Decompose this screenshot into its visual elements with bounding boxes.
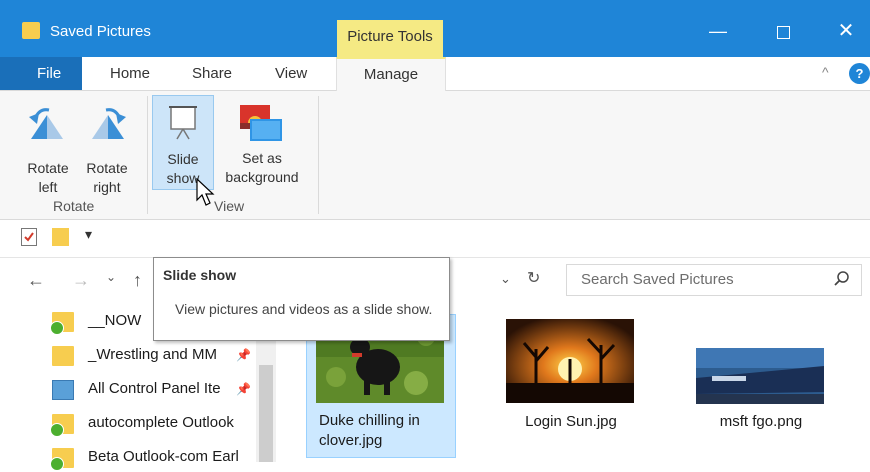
collapse-ribbon-icon[interactable]: ^ xyxy=(822,64,829,80)
rotate-left-icon xyxy=(29,108,63,139)
nav-item-label: autocomplete Outlook xyxy=(88,414,234,431)
nav-item-beta-outlook[interactable]: Beta Outlook-com Earl xyxy=(50,444,262,472)
projector-screen-icon xyxy=(169,106,197,140)
rotate-right-button[interactable]: Rotate right xyxy=(79,101,135,195)
picture-tools-context-label: Picture Tools xyxy=(337,20,443,58)
quick-access-toolbar xyxy=(0,220,870,258)
tab-home[interactable]: Home xyxy=(110,65,150,82)
tab-file[interactable]: File xyxy=(0,57,82,90)
folder-icon xyxy=(50,448,74,471)
ribbon-group-divider xyxy=(318,96,319,214)
desktop-background-icon xyxy=(240,105,282,141)
folder-icon xyxy=(50,414,74,437)
nav-item-wrestling[interactable]: _Wrestling and MM 📌 xyxy=(52,342,262,370)
pin-icon: 📌 xyxy=(236,382,251,396)
tooltip-body: View pictures and videos as a slide show… xyxy=(175,301,433,317)
pin-icon: 📌 xyxy=(236,348,251,362)
slide-show-tooltip: Slide show View pictures and videos as a… xyxy=(153,257,450,341)
msft-fgo-thumbnail xyxy=(696,348,824,404)
picture-tools-label: Picture Tools xyxy=(347,28,433,45)
rotate-left-button[interactable]: Rotate left xyxy=(20,101,76,195)
forward-arrow-icon[interactable]: → xyxy=(72,270,90,291)
file-name-line-2: clover.jpg xyxy=(319,432,383,449)
view-group-label: View xyxy=(214,198,245,214)
nav-item-label: _Wrestling and MM xyxy=(88,346,217,363)
maximize-button[interactable] xyxy=(763,16,803,46)
tab-manage-label: Manage xyxy=(363,66,419,83)
new-folder-icon[interactable] xyxy=(52,228,69,246)
refresh-icon[interactable]: ↻ xyxy=(527,268,540,288)
chevron-down-icon[interactable]: ⌄ xyxy=(500,271,511,287)
nav-item-label: __NOW xyxy=(88,312,142,329)
tab-manage[interactable]: Manage xyxy=(336,57,446,93)
tab-file-label: File xyxy=(37,65,62,82)
login-sun-thumbnail xyxy=(506,319,634,403)
customize-toolbar-icon[interactable]: ▾ xyxy=(85,226,92,243)
back-arrow-icon[interactable]: ← xyxy=(27,270,45,291)
up-arrow-icon[interactable]: ↑ xyxy=(133,270,142,291)
sync-icon xyxy=(50,423,64,437)
nav-item-autocomplete[interactable]: autocomplete Outlook xyxy=(50,410,262,438)
folder-icon xyxy=(50,312,74,335)
file-name-line-1: Duke chilling in xyxy=(319,412,420,429)
tooltip-title: Slide show xyxy=(163,267,237,283)
recent-locations-chevron-icon[interactable]: ⌄ xyxy=(106,270,116,284)
window-title: Saved Pictures xyxy=(50,23,151,40)
set-as-background-label-1: Set as xyxy=(242,150,282,166)
maximize-icon xyxy=(776,25,790,39)
nav-item-label: All Control Panel Ite xyxy=(88,380,221,397)
folder-icon xyxy=(22,22,40,39)
nav-item-control-panel[interactable]: All Control Panel Ite 📌 xyxy=(52,376,262,404)
search-icon[interactable] xyxy=(833,270,851,288)
file-name: msft fgo.png xyxy=(719,413,803,430)
rotate-left-label-1: Rotate xyxy=(27,160,69,176)
minimize-button[interactable]: — xyxy=(698,16,738,46)
search-input[interactable] xyxy=(579,270,823,289)
tab-share[interactable]: Share xyxy=(192,65,232,82)
rotate-right-label-2: right xyxy=(93,179,121,195)
set-as-background-label-2: background xyxy=(225,169,299,185)
file-item-msft-fgo[interactable]: msft fgo.png xyxy=(680,314,842,439)
rotate-group-label: Rotate xyxy=(53,198,95,214)
slide-show-button[interactable]: Slide show xyxy=(152,95,214,190)
folder-icon xyxy=(52,346,74,366)
nav-pane-scroll-thumb[interactable] xyxy=(259,365,273,462)
nav-item-label: Beta Outlook-com Earl xyxy=(88,448,239,465)
help-icon[interactable]: ? xyxy=(849,63,870,84)
rotate-right-icon xyxy=(92,108,126,139)
set-as-background-button[interactable]: Set as background xyxy=(214,101,310,191)
file-name: Login Sun.jpg xyxy=(525,413,617,430)
slide-show-label-1: Slide xyxy=(167,151,199,167)
sync-icon xyxy=(50,457,64,471)
close-button[interactable]: ✕ xyxy=(826,16,866,46)
ribbon-group-divider xyxy=(147,96,148,214)
mouse-cursor-icon xyxy=(196,178,215,206)
sync-icon xyxy=(50,321,64,335)
rotate-left-label-2: left xyxy=(38,179,58,195)
file-item-login-sun[interactable]: Login Sun.jpg xyxy=(490,314,652,439)
rotate-right-label-1: Rotate xyxy=(86,160,128,176)
tab-view[interactable]: View xyxy=(275,65,307,82)
control-panel-icon xyxy=(52,380,74,400)
search-box[interactable] xyxy=(566,264,862,296)
properties-icon[interactable] xyxy=(21,228,37,246)
